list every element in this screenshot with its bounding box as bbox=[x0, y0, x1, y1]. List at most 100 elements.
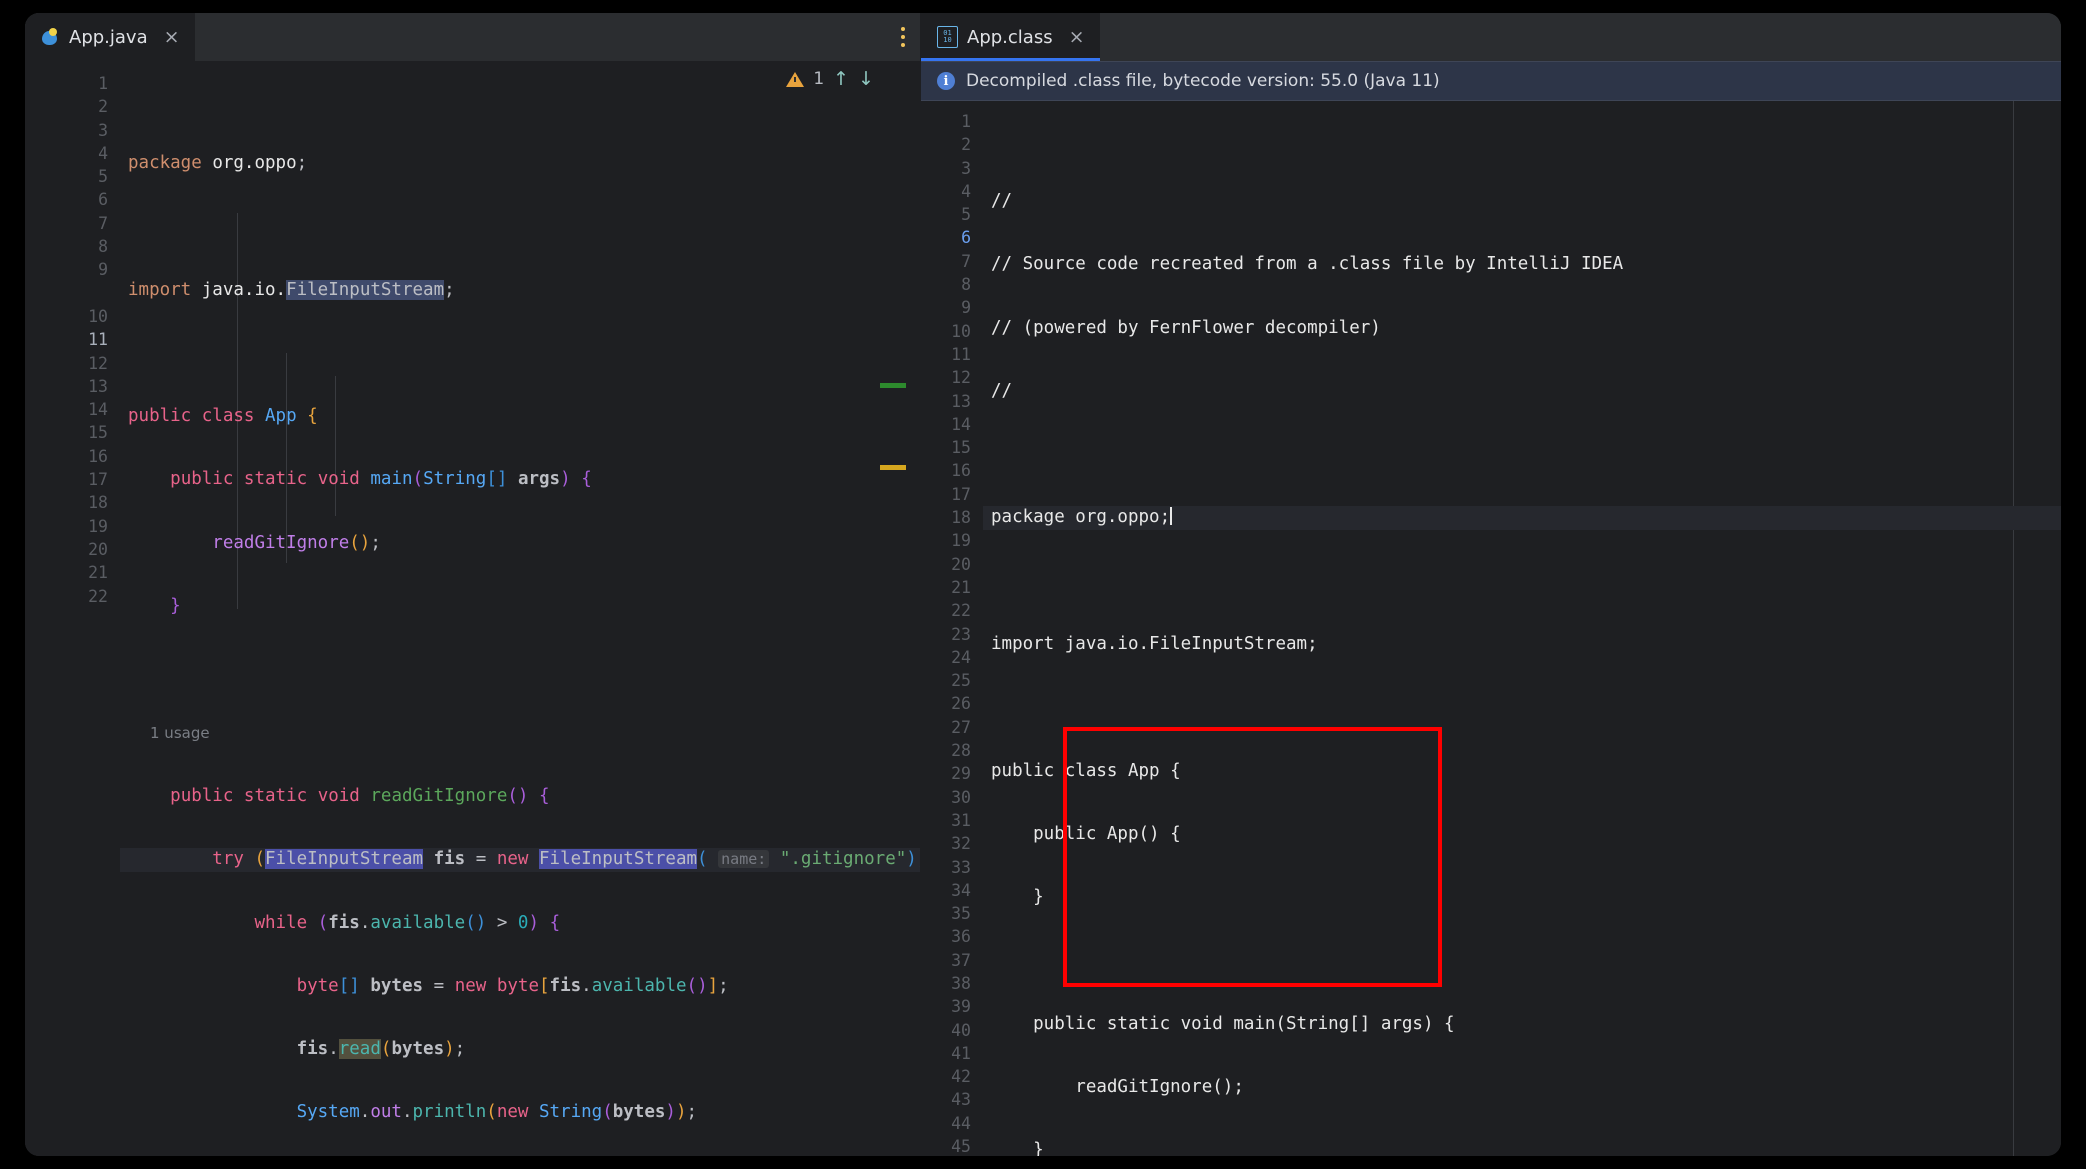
line-number: 12 bbox=[951, 368, 971, 388]
line-number: 28 bbox=[951, 741, 971, 761]
line-number: 6 bbox=[98, 190, 108, 210]
line-number: 26 bbox=[951, 694, 971, 714]
line-number: 2 bbox=[98, 97, 108, 117]
line-number: 35 bbox=[951, 904, 971, 924]
right-tab-strip: 01 10 App.class × bbox=[921, 13, 2061, 61]
line-number: 2 bbox=[961, 135, 971, 155]
line-number: 20 bbox=[951, 554, 971, 574]
ide-window: App.java × 1 ↑ ↓ 1 2 3 4 5 6 7 8 9 10 11… bbox=[25, 13, 2061, 1156]
code-line: byte[] bytes = new byte[fis.available()]… bbox=[296, 975, 729, 996]
right-editor[interactable]: 1 2 3 4 5 6 7 8 9 10 11 12 13 14 15 16 1 bbox=[921, 101, 2061, 1156]
change-marker[interactable] bbox=[880, 383, 906, 388]
code-line: public static void main(String[] args) { bbox=[170, 469, 592, 490]
editor-split: App.java × 1 ↑ ↓ 1 2 3 4 5 6 7 8 9 10 11… bbox=[25, 13, 2061, 1156]
code-line: package org.oppo; bbox=[983, 506, 2061, 530]
line-number: 7 bbox=[961, 251, 971, 271]
line-number: 3 bbox=[98, 120, 108, 140]
tab-label: App.class bbox=[967, 26, 1053, 48]
line-number: 19 bbox=[88, 516, 108, 536]
line-number: 21 bbox=[88, 563, 108, 583]
line-number: 18 bbox=[88, 493, 108, 513]
prev-problem-icon[interactable]: ↑ bbox=[833, 69, 849, 89]
left-source-area[interactable]: package org.oppo; import java.io.FileInp… bbox=[120, 61, 920, 1156]
left-editor[interactable]: 1 2 3 4 5 6 7 8 9 10 11 12 13 14 15 16 1… bbox=[25, 61, 920, 1156]
tab-strip-spacer bbox=[195, 13, 886, 61]
line-number: 18 bbox=[951, 508, 971, 528]
inspection-widget[interactable]: 1 ↑ ↓ bbox=[786, 69, 874, 89]
right-source-code: // // Source code recreated from a .clas… bbox=[983, 101, 2061, 1156]
code-line: fis.read(bytes); bbox=[296, 1039, 466, 1060]
line-number: 22 bbox=[88, 586, 108, 606]
line-number: 23 bbox=[951, 624, 971, 644]
line-number: 17 bbox=[951, 484, 971, 504]
line-number: 16 bbox=[951, 461, 971, 481]
line-number: 22 bbox=[951, 601, 971, 621]
line-number: 11 bbox=[951, 344, 971, 364]
right-line-number-gutter: 1 2 3 4 5 6 7 8 9 10 11 12 13 14 15 16 1 bbox=[921, 101, 983, 1156]
left-vertical-scrollbar[interactable] bbox=[880, 61, 920, 1156]
left-tab-strip: App.java × bbox=[25, 13, 920, 61]
tab-app-class[interactable]: 01 10 App.class × bbox=[921, 13, 1100, 61]
line-number: 17 bbox=[88, 470, 108, 490]
code-line: } bbox=[991, 887, 1044, 908]
code-line: package org.oppo; bbox=[128, 153, 308, 173]
right-editor-pane: 01 10 App.class × i Decompiled .class fil… bbox=[921, 13, 2061, 1156]
code-line: 1 usage bbox=[120, 722, 920, 745]
warning-marker[interactable] bbox=[880, 465, 906, 470]
right-vertical-scrollbar[interactable] bbox=[2047, 101, 2061, 1156]
code-line: public class App { bbox=[991, 760, 1181, 781]
class-file-icon: 01 10 bbox=[937, 26, 958, 48]
code-line: public static void readGitIgnore() { bbox=[170, 785, 550, 806]
line-number: 1 bbox=[961, 112, 971, 131]
line-number: 7 bbox=[98, 213, 108, 233]
line-number: 10 bbox=[951, 321, 971, 341]
line-number: 9 bbox=[98, 260, 108, 280]
line-number: 5 bbox=[98, 167, 108, 187]
left-line-number-gutter: 1 2 3 4 5 6 7 8 9 10 11 12 13 14 15 16 1… bbox=[25, 61, 120, 1156]
next-problem-icon[interactable]: ↓ bbox=[858, 69, 874, 89]
warning-count: 1 bbox=[813, 69, 825, 89]
line-number: 37 bbox=[951, 950, 971, 970]
java-file-icon bbox=[41, 27, 60, 47]
right-source-area[interactable]: // // Source code recreated from a .clas… bbox=[983, 101, 2061, 1156]
tab-label: App.java bbox=[69, 26, 148, 48]
code-line: public App() { bbox=[991, 823, 1181, 844]
vertical-dots-icon[interactable] bbox=[886, 13, 920, 61]
left-editor-pane: App.java × 1 ↑ ↓ 1 2 3 4 5 6 7 8 9 10 11… bbox=[25, 13, 921, 1156]
code-line: public static void main(String[] args) { bbox=[991, 1013, 1455, 1034]
line-number: 29 bbox=[951, 764, 971, 784]
code-line: // Source code recreated from a .class f… bbox=[991, 254, 1624, 275]
code-line: readGitIgnore(); bbox=[991, 1077, 1244, 1098]
line-number: 1 bbox=[98, 74, 108, 93]
close-icon[interactable]: × bbox=[163, 27, 181, 47]
tab-app-java[interactable]: App.java × bbox=[25, 13, 195, 61]
code-line: System.out.println(new String(bytes)); bbox=[296, 1102, 698, 1123]
info-icon: i bbox=[937, 72, 955, 90]
line-number: 4 bbox=[98, 143, 108, 163]
line-number: 40 bbox=[951, 1020, 971, 1040]
line-number: 14 bbox=[88, 400, 108, 420]
code-line: } bbox=[170, 596, 181, 617]
code-line: } bbox=[991, 1140, 1044, 1156]
line-number: 31 bbox=[951, 810, 971, 830]
usage-hint[interactable]: 1 usage bbox=[128, 724, 210, 742]
line-number: 3 bbox=[961, 158, 971, 178]
line-number: 8 bbox=[98, 237, 108, 257]
line-number: 44 bbox=[951, 1113, 971, 1133]
code-line: public class App { bbox=[128, 406, 318, 427]
left-code-area: 1 ↑ ↓ 1 2 3 4 5 6 7 8 9 10 11 12 13 14 1… bbox=[25, 61, 920, 1156]
close-icon[interactable]: × bbox=[1068, 27, 1086, 47]
line-number: 24 bbox=[951, 647, 971, 667]
code-line: while (fis.available() > 0) { bbox=[254, 912, 561, 933]
line-number: 5 bbox=[961, 205, 971, 225]
line-number: 21 bbox=[951, 577, 971, 597]
line-number: 33 bbox=[951, 857, 971, 877]
code-line: // (powered by FernFlower decompiler) bbox=[991, 317, 1381, 338]
tab-strip-spacer bbox=[1100, 13, 2061, 61]
line-number: 34 bbox=[951, 880, 971, 900]
line-number: 15 bbox=[951, 438, 971, 458]
